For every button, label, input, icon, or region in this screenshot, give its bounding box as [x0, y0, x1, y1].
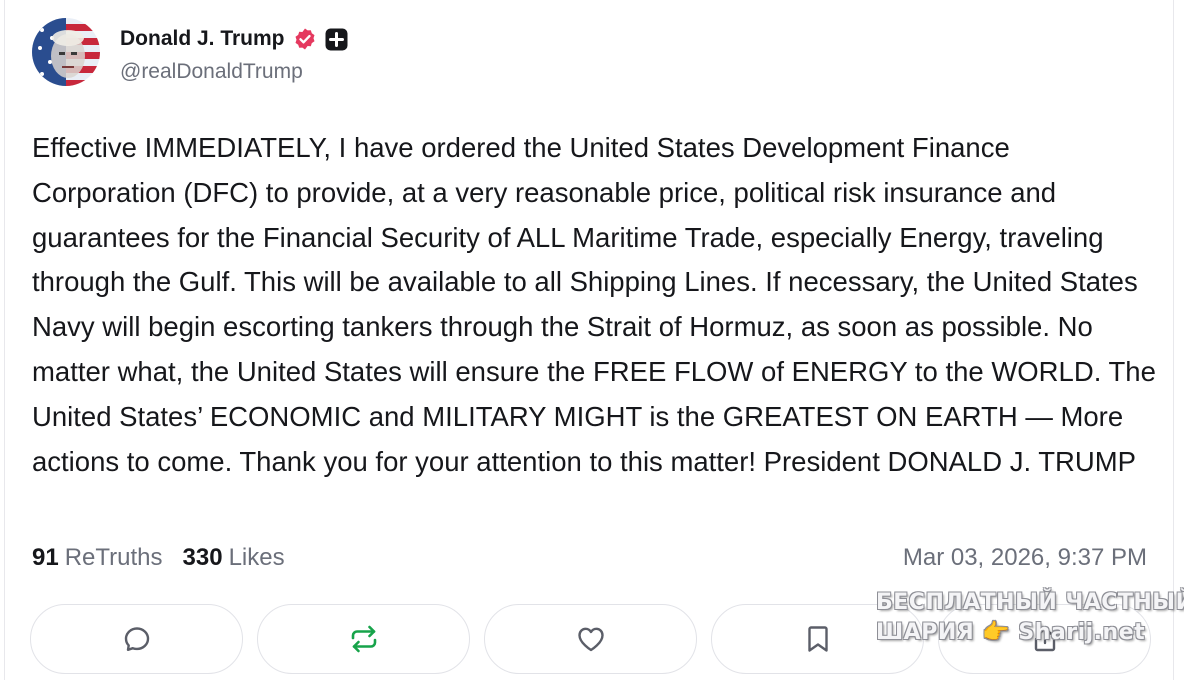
post-timestamp[interactable]: Mar 03, 2026, 9:37 PM: [903, 544, 1147, 572]
likes-count[interactable]: 330: [183, 544, 223, 572]
plus-badge-icon: [325, 28, 348, 51]
retruth-button[interactable]: [257, 604, 470, 674]
verified-badge-icon: [293, 27, 317, 51]
like-icon: [577, 627, 604, 652]
likes-label[interactable]: Likes: [229, 544, 285, 572]
post-header: Donald J. Trump @realDonaldTrump: [32, 18, 348, 86]
retruths-label[interactable]: ReTruths: [65, 544, 163, 572]
retruths-count[interactable]: 91: [32, 544, 59, 572]
reply-button[interactable]: [30, 604, 243, 674]
bookmark-icon: [807, 626, 828, 652]
like-button[interactable]: [484, 604, 697, 674]
avatar[interactable]: [32, 18, 100, 86]
post-card: Donald J. Trump @realDonaldTrump Effecti…: [4, 0, 1174, 680]
display-name[interactable]: Donald J. Trump: [120, 27, 285, 51]
watermark-overlay: БЕСПЛАТНЫЙ ЧАСТНЫЙ ШАРИЯ 👉 Sharij.net: [876, 588, 1184, 648]
watermark-line-2: ШАРИЯ 👉 Sharij.net: [876, 620, 1146, 645]
user-handle[interactable]: @realDonaldTrump: [120, 60, 348, 84]
name-row: Donald J. Trump: [120, 20, 348, 58]
reply-icon: [124, 627, 149, 651]
watermark-line-1: БЕСПЛАТНЫЙ ЧАСТНЫЙ: [876, 590, 1184, 615]
author-names: Donald J. Trump @realDonaldTrump: [120, 20, 348, 84]
post-text: Effective IMMEDIATELY, I have ordered th…: [32, 132, 1156, 477]
post-stats: 91 ReTruths 330 Likes: [32, 544, 285, 572]
retruth-icon: [351, 625, 376, 653]
